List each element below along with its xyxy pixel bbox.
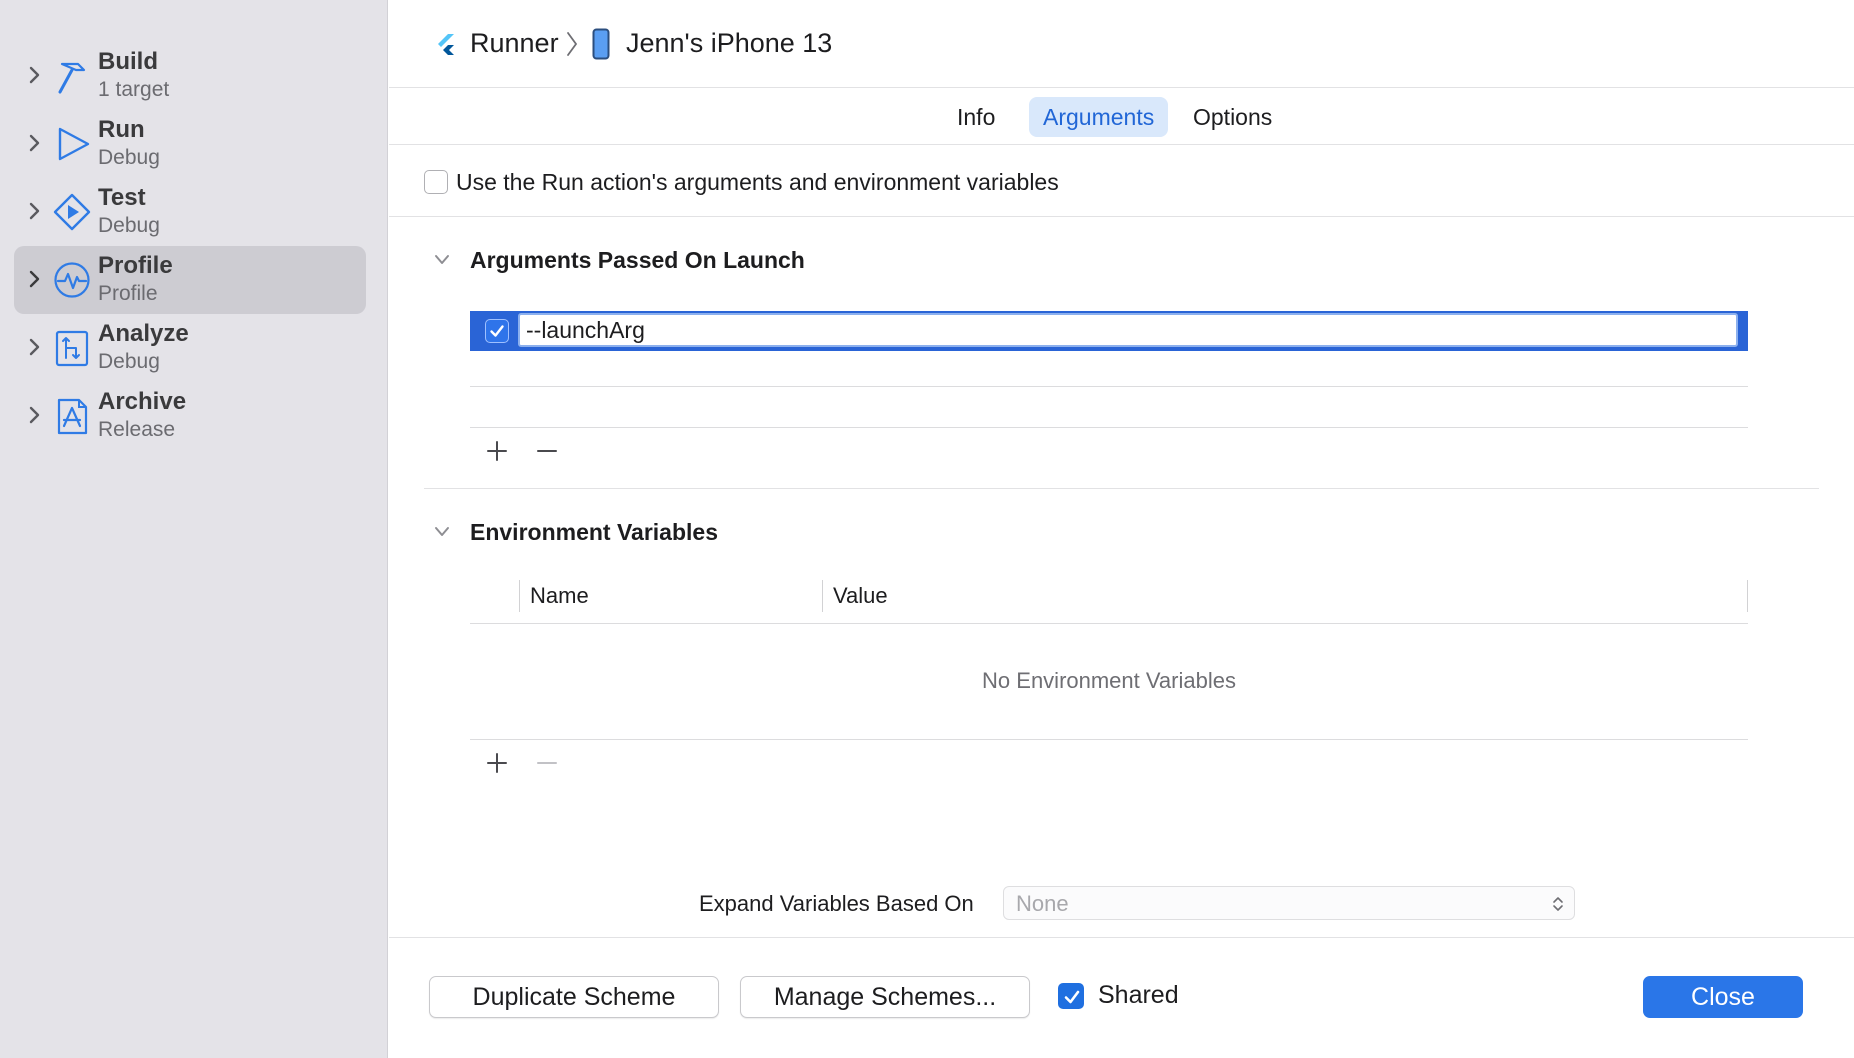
remove-env-variable-button <box>537 762 557 764</box>
scheme-actions-sidebar: Build 1 target Run Debug Test Debug Prof… <box>0 0 388 1058</box>
manage-schemes-button[interactable]: Manage Schemes... <box>740 976 1030 1018</box>
column-separator <box>1747 580 1748 612</box>
sidebar-item-test[interactable]: Test Debug <box>14 178 366 246</box>
sidebar-item-run[interactable]: Run Debug <box>14 110 366 178</box>
env-variables-table: Name Value No Environment Variables <box>470 578 1748 740</box>
use-run-action-row: Use the Run action's arguments and envir… <box>389 146 1854 217</box>
action-name: Build <box>98 48 158 75</box>
chevron-right-icon[interactable] <box>28 336 42 358</box>
env-section-title: Environment Variables <box>470 519 718 545</box>
breadcrumb-project[interactable]: Runner <box>470 28 559 59</box>
use-run-action-checkbox[interactable] <box>424 170 448 194</box>
row-divider <box>470 386 1748 387</box>
expand-variables-row: Expand Variables Based On None <box>389 886 1854 926</box>
checkmark-icon <box>1064 990 1080 1004</box>
action-name: Run <box>98 116 145 143</box>
arguments-list: --launchArg <box>470 311 1748 428</box>
tab-arguments[interactable]: Arguments <box>1029 97 1169 137</box>
chevron-right-icon[interactable] <box>28 64 42 86</box>
action-config: Debug <box>98 146 160 169</box>
breadcrumb-separator-icon <box>567 32 578 56</box>
tab-bar: Info Arguments Options <box>389 88 1854 145</box>
expand-variables-label: Expand Variables Based On <box>699 891 974 916</box>
sidebar-item-profile[interactable]: Profile Profile <box>14 246 366 314</box>
column-separator <box>519 580 520 612</box>
action-config: Release <box>98 418 176 441</box>
shared-checkbox[interactable] <box>1058 983 1084 1009</box>
iphone-icon <box>592 28 610 60</box>
dialog-footer: Duplicate Scheme Manage Schemes... Share… <box>389 937 1854 1058</box>
column-separator <box>822 580 823 612</box>
test-diamond-icon <box>53 193 91 231</box>
breadcrumb-device[interactable]: Jenn's iPhone 13 <box>626 28 832 59</box>
play-icon <box>58 127 90 161</box>
action-config: Profile <box>98 282 158 305</box>
add-env-variable-button[interactable] <box>482 748 512 778</box>
chevron-up-down-icon <box>1553 897 1563 911</box>
scheme-editor-main: Runner Jenn's iPhone 13 Info Arguments O… <box>389 0 1854 1058</box>
chevron-right-icon[interactable] <box>28 132 42 154</box>
column-header-name[interactable]: Name <box>530 583 589 609</box>
sidebar-item-analyze[interactable]: Analyze Debug <box>14 314 366 382</box>
add-argument-button[interactable] <box>482 436 512 466</box>
action-name: Profile <box>98 252 173 279</box>
chevron-right-icon[interactable] <box>28 404 42 426</box>
action-name: Test <box>98 184 146 211</box>
row-divider <box>470 427 1748 428</box>
checkmark-icon <box>490 325 504 337</box>
table-header: Name Value <box>470 578 1748 624</box>
flutter-icon <box>438 34 454 55</box>
list-item[interactable]: --launchArg <box>470 311 1748 351</box>
tab-info[interactable]: Info <box>943 97 1009 137</box>
action-name: Archive <box>98 388 187 415</box>
action-config: Debug <box>98 350 160 373</box>
argument-enabled-checkbox[interactable] <box>485 319 509 343</box>
app-store-icon <box>57 398 88 435</box>
chevron-right-icon[interactable] <box>28 200 42 222</box>
argument-text-field[interactable]: --launchArg <box>518 313 1738 347</box>
shared-label: Shared <box>1098 981 1179 1009</box>
arguments-section-header[interactable]: Arguments Passed On Launch <box>389 241 1854 281</box>
chevron-down-icon[interactable] <box>433 525 451 539</box>
arguments-section-title: Arguments Passed On Launch <box>470 247 805 273</box>
chevron-right-icon[interactable] <box>28 268 42 290</box>
section-divider <box>424 488 1819 489</box>
sidebar-item-archive[interactable]: Archive Release <box>14 382 366 450</box>
sidebar-item-build[interactable]: Build 1 target <box>14 42 366 110</box>
empty-state-text: No Environment Variables <box>982 668 1236 693</box>
close-button[interactable]: Close <box>1643 976 1803 1018</box>
action-config: 1 target <box>98 78 170 101</box>
analyze-icon <box>55 330 89 367</box>
waveform-icon <box>54 262 90 298</box>
chevron-down-icon[interactable] <box>433 253 451 267</box>
table-bottom-border <box>470 739 1748 740</box>
action-name: Analyze <box>98 320 189 347</box>
expand-variables-popup: None <box>1003 886 1575 920</box>
tab-options[interactable]: Options <box>1179 97 1286 137</box>
breadcrumb: Runner Jenn's iPhone 13 <box>389 0 1854 88</box>
duplicate-scheme-button[interactable]: Duplicate Scheme <box>429 976 719 1018</box>
hammer-icon <box>58 62 86 94</box>
use-run-action-label: Use the Run action's arguments and envir… <box>456 169 1059 195</box>
expand-variables-value: None <box>1016 891 1069 916</box>
column-header-value[interactable]: Value <box>833 583 888 609</box>
action-config: Debug <box>98 214 160 237</box>
env-section-header[interactable]: Environment Variables <box>389 513 1854 553</box>
remove-argument-button[interactable] <box>532 436 562 466</box>
